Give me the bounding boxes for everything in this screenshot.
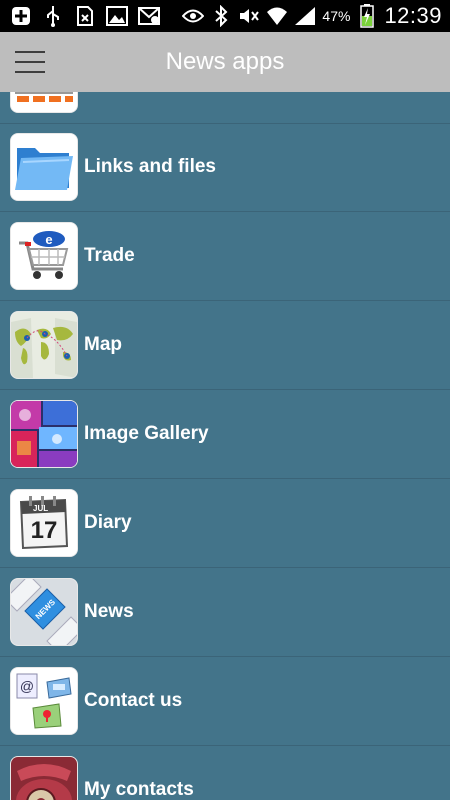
app-bar: News apps <box>0 32 450 92</box>
signal-icon <box>294 5 316 27</box>
app-list: Links and files e Trade Map Image Galler… <box>0 92 450 800</box>
list-item-contact-us[interactable]: @ Contact us <box>0 657 450 746</box>
news-key-icon: NEWS <box>10 578 78 646</box>
calendar-day: 17 <box>31 517 58 544</box>
list-item-news[interactable]: NEWS News <box>0 568 450 657</box>
bluetooth-icon <box>210 5 232 27</box>
calendar-month: JUL <box>33 504 48 513</box>
list-item-label: Diary <box>84 512 132 533</box>
eye-icon <box>182 5 205 27</box>
no-sim-icon <box>74 5 96 27</box>
status-left-icons <box>10 5 160 27</box>
mail-icon <box>138 5 160 27</box>
status-bar: 47% 12:39 <box>0 0 450 32</box>
battery-percent: 47% <box>322 8 351 24</box>
partial-app-icon <box>10 92 78 113</box>
rotary-phone-icon <box>10 756 78 800</box>
list-item-label: Image Gallery <box>84 423 209 444</box>
image-gallery-icon <box>10 400 78 468</box>
list-item-diary[interactable]: JUL 17 Diary <box>0 479 450 568</box>
world-map-icon <box>10 311 78 379</box>
contact-icons-icon: @ <box>10 667 78 735</box>
page-title: News apps <box>165 48 285 75</box>
svg-text:@: @ <box>20 678 34 694</box>
list-item-label: Trade <box>84 245 135 266</box>
list-item-label: My contacts <box>84 779 194 800</box>
clock-time: 12:39 <box>384 3 442 28</box>
calendar-icon: JUL 17 <box>10 489 78 557</box>
list-item-image-gallery[interactable]: Image Gallery <box>0 390 450 479</box>
list-item-label: Map <box>84 334 122 355</box>
battery-charging-icon <box>356 4 378 28</box>
list-item-label: Contact us <box>84 690 183 711</box>
status-right-icons: 47% 12:39 <box>182 3 442 29</box>
shopping-cart-icon: e <box>10 222 78 290</box>
list-item[interactable] <box>0 92 450 124</box>
usb-icon <box>42 5 64 27</box>
list-item-label: Links and files <box>84 156 216 177</box>
silent-icon <box>238 5 260 27</box>
folder-icon <box>10 133 78 201</box>
list-item-trade[interactable]: e Trade <box>0 212 450 301</box>
list-item-links-and-files[interactable]: Links and files <box>0 123 450 212</box>
list-item-map[interactable]: Map <box>0 301 450 390</box>
list-item-my-contacts[interactable]: My contacts <box>0 746 450 800</box>
svg-text:e: e <box>45 232 52 247</box>
plus-icon <box>10 5 32 27</box>
wifi-icon <box>266 5 288 27</box>
list-item-label: News <box>84 601 134 622</box>
image-icon <box>106 5 128 27</box>
